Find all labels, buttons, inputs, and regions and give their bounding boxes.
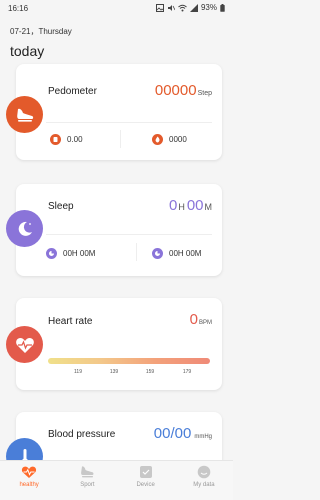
deep-sleep-stat: 00H 00M xyxy=(46,248,95,259)
deep-sleep-value: 00H 00M xyxy=(63,249,96,258)
heart-rate-badge xyxy=(6,326,43,363)
tab-label: My data xyxy=(193,482,215,488)
smiley-icon xyxy=(196,465,212,482)
pedometer-title: Pedometer xyxy=(48,86,97,97)
tab-my-data[interactable]: My data xyxy=(175,461,233,500)
heart-rate-value: 0 xyxy=(189,311,198,328)
distance-value: 0.00 xyxy=(67,135,83,144)
sleep-title: Sleep xyxy=(48,201,74,212)
heart-icon xyxy=(15,336,35,354)
moon-icon xyxy=(16,220,34,238)
sleep-divider xyxy=(46,234,212,235)
tab-healthy[interactable]: healthy xyxy=(0,461,58,500)
shoe-icon xyxy=(15,107,35,123)
light-sleep-icon xyxy=(152,248,163,259)
watch-icon xyxy=(138,465,154,482)
hr-tick: 179 xyxy=(182,369,192,375)
battery-level: 93% xyxy=(200,3,217,12)
shoe-icon xyxy=(79,465,95,482)
date-label: 07-21，Thursday xyxy=(10,27,72,36)
sleep-badge xyxy=(6,210,43,247)
tab-device[interactable]: Device xyxy=(117,461,175,500)
heart-rate-reading: 0 BPM xyxy=(190,311,212,328)
pedometer-badge xyxy=(6,96,43,133)
light-sleep-value: 00H 00M xyxy=(169,249,202,258)
heart-pulse-icon xyxy=(21,465,37,482)
heart-rate-unit: BPM xyxy=(198,320,212,326)
step-count: 00000 Step xyxy=(155,82,212,99)
blood-pressure-reading: 00/00 mmHg xyxy=(154,425,212,442)
sleep-total: 0 H 00 M xyxy=(169,197,212,214)
sleep-minutes: 00 xyxy=(186,197,204,214)
heart-rate-card[interactable]: Heart rate 0 BPM 119 139 159 179 xyxy=(6,298,222,390)
blood-pressure-title: Blood pressure xyxy=(48,429,116,440)
step-value: 00000 xyxy=(154,82,197,99)
blood-pressure-unit: mmHg xyxy=(194,434,212,440)
blood-pressure-value: 00/00 xyxy=(153,425,192,442)
pedometer-divider xyxy=(46,122,212,123)
pedometer-card[interactable]: Pedometer 00000 Step 0.00 0000 xyxy=(6,64,222,160)
page-title: today xyxy=(10,43,45,59)
heart-rate-title: Heart rate xyxy=(48,316,93,327)
distance-stat: 0.00 xyxy=(50,134,83,145)
sleep-hour-unit: H xyxy=(178,202,185,212)
tab-label: healthy xyxy=(19,482,39,488)
hr-tick: 119 xyxy=(74,369,82,375)
light-sleep-stat: 00H 00M xyxy=(152,248,201,259)
distance-icon xyxy=(50,134,61,145)
battery-icon xyxy=(220,3,225,12)
sleep-vdivider xyxy=(136,243,137,261)
status-time: 16:16 xyxy=(8,4,29,13)
gallery-notification-icon xyxy=(155,3,164,12)
flame-icon xyxy=(152,134,163,145)
signal-icon xyxy=(189,3,198,12)
pedometer-vdivider xyxy=(120,130,121,148)
mute-icon xyxy=(167,4,175,12)
tab-label: Sport xyxy=(80,482,95,488)
calories-value: 0000 xyxy=(169,135,187,144)
sleep-hours: 0 xyxy=(168,197,178,214)
deep-sleep-icon xyxy=(46,248,57,259)
tab-sport[interactable]: Sport xyxy=(58,461,116,500)
sleep-minute-unit: M xyxy=(204,202,213,212)
hr-tick: 159 xyxy=(145,369,155,375)
step-unit: Step xyxy=(197,90,212,97)
calories-stat: 0000 xyxy=(152,134,187,145)
status-icons: 93% xyxy=(155,3,225,12)
heart-rate-range-bar xyxy=(48,358,210,364)
sleep-card[interactable]: Sleep 0 H 00 M 00H 00M 00H 00M xyxy=(6,184,222,276)
tab-label: Device xyxy=(136,482,155,488)
hr-tick: 139 xyxy=(109,369,119,375)
wifi-icon xyxy=(178,4,187,12)
status-bar: 16:16 93% xyxy=(0,0,233,16)
heart-rate-ticks: 119 139 159 179 xyxy=(48,369,210,377)
bottom-tab-bar: healthy Sport Device My data xyxy=(0,460,233,500)
